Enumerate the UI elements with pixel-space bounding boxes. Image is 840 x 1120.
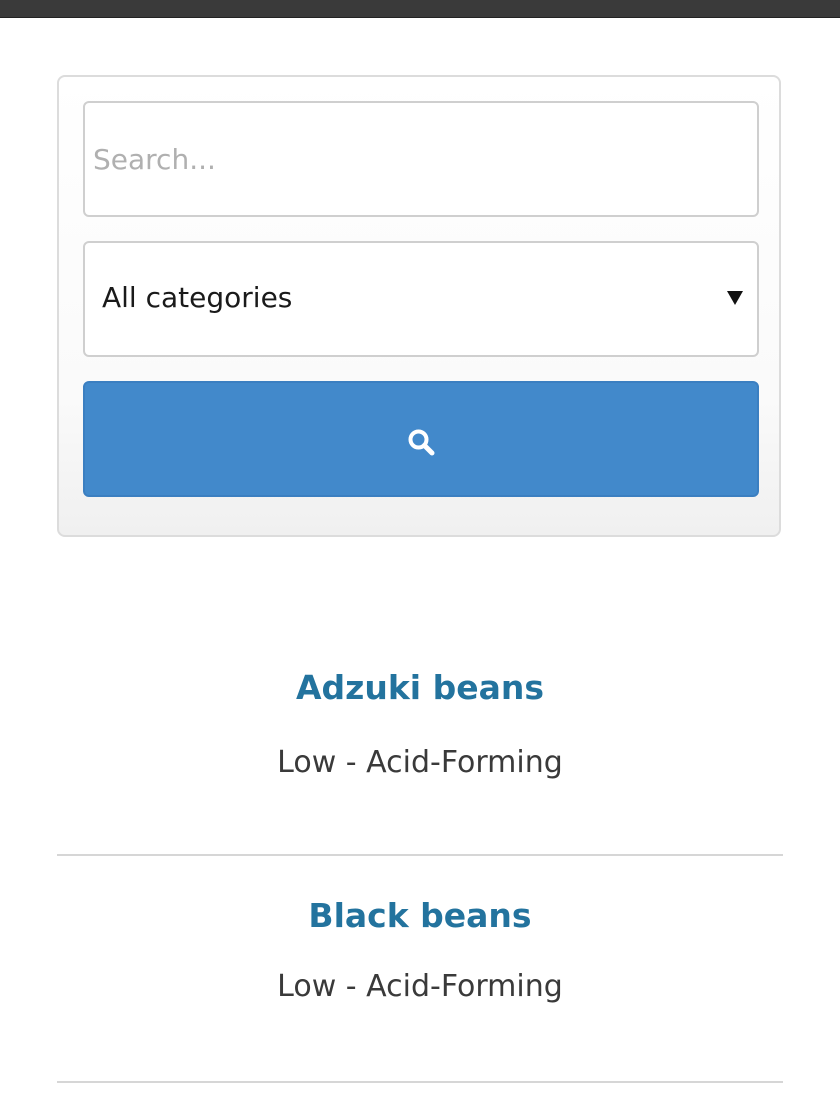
search-input[interactable] [83,101,759,217]
top-bar [0,0,840,18]
search-panel: All categories [57,75,781,537]
results-list: Adzuki beans Low - Acid-Forming Black be… [57,640,783,1083]
caret-down-icon [727,291,743,305]
result-title-link[interactable]: Black beans [308,896,531,935]
list-item: Adzuki beans Low - Acid-Forming [57,640,783,856]
search-icon [408,429,435,456]
result-level: Low - Acid-Forming [277,969,563,1004]
result-title-link[interactable]: Adzuki beans [296,668,544,707]
list-item: Black beans Low - Acid-Forming [57,856,783,1083]
category-select[interactable]: All categories [83,241,759,357]
search-button[interactable] [83,381,759,497]
category-select-value: All categories [102,281,293,314]
result-level: Low - Acid-Forming [277,745,563,780]
